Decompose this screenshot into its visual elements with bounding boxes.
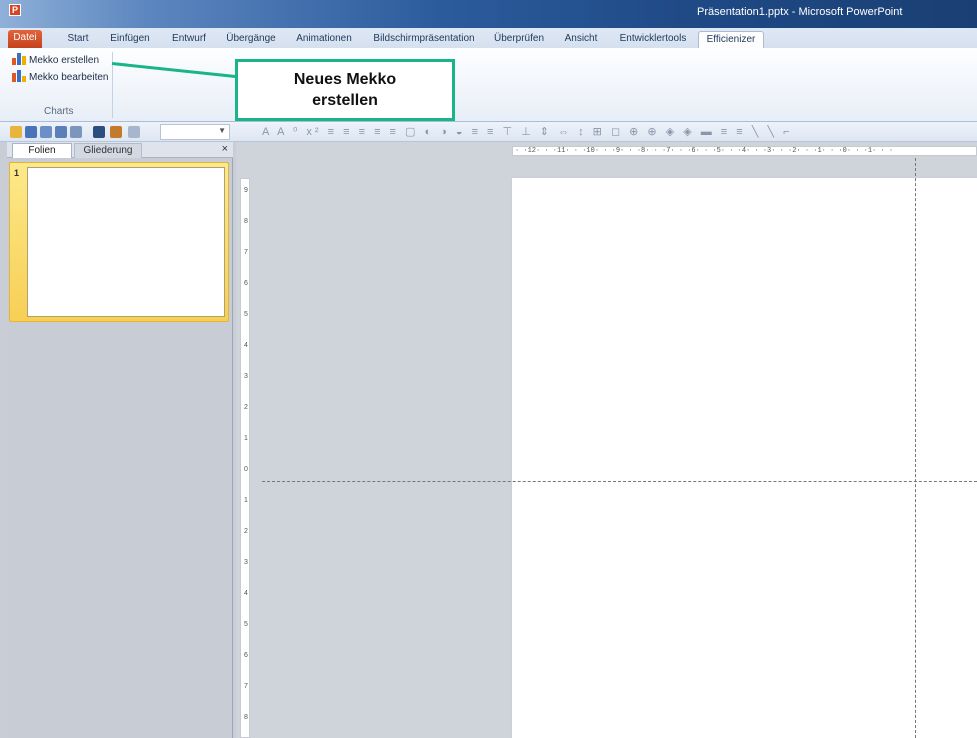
quick-access-toolbar: ▼ A A ⁰ x² ≡ ≡ ≡ ≡ ≡ ▢ ◐ ◑ ◒ ≡ ≡ ⊤ ⊥ ⇕ ⇔… [0, 122, 977, 142]
slides-panel: Folien Gliederung × 1 [7, 142, 233, 738]
slide-edit-area: · ·12· · ·11· · ·10· · ·9· · ·8· · ·7· ·… [236, 142, 977, 738]
vertical-ruler[interactable]: 9 8 7 6 5 4 3 2 1 0 1 2 3 4 5 6 7 8 [240, 178, 250, 738]
slide-canvas[interactable] [512, 178, 977, 738]
vertical-ruler-number: 2 [244, 404, 248, 411]
callout-line-2: erstellen [312, 92, 378, 109]
tab-folien[interactable]: Folien [12, 143, 72, 158]
vertical-ruler-number: 0 [244, 466, 248, 473]
tab-ansicht[interactable]: Ansicht [556, 31, 606, 48]
save-icon[interactable] [25, 126, 37, 138]
panel-tabs: Folien Gliederung × [7, 142, 233, 158]
mekko-chart-icon [12, 53, 27, 65]
formatting-toolbar-icons[interactable]: A A ⁰ x² ≡ ≡ ≡ ≡ ≡ ▢ ◐ ◑ ◒ ≡ ≡ ⊤ ⊥ ⇕ ⇔ ↕… [262, 125, 977, 139]
ribbon-panel: Mekko erstellen Mekko bearbeiten Charts [0, 48, 977, 122]
callout-box: Neues Mekko erstellen [235, 59, 455, 121]
vertical-ruler-number: 7 [244, 249, 248, 256]
tab-entwicklertools[interactable]: Entwicklertools [612, 31, 694, 48]
vertical-ruler-number: 3 [244, 559, 248, 566]
tab-gliederung[interactable]: Gliederung [74, 143, 142, 158]
callout-line-1: Neues Mekko [293, 71, 397, 88]
slide-number: 1 [14, 168, 20, 178]
vertical-ruler-number: 2 [244, 528, 248, 535]
undo-icon[interactable] [128, 126, 140, 138]
format-painter-icon[interactable] [110, 126, 122, 138]
open-folder-icon[interactable] [10, 126, 22, 138]
title-bar: P Präsentation1.pptx - Microsoft PowerPo… [0, 0, 977, 28]
mekko-bearbeiten-label: Mekko bearbeiten [29, 72, 109, 83]
chevron-down-icon: ▼ [218, 126, 226, 135]
slide-thumbnail[interactable] [27, 167, 225, 317]
vertical-ruler-number: 1 [244, 497, 248, 504]
tab-uebergaenge[interactable]: Übergänge [220, 31, 282, 48]
vertical-ruler-number: 1 [244, 435, 248, 442]
tab-datei[interactable]: Datei [8, 30, 42, 48]
vertical-ruler-number: 7 [244, 683, 248, 690]
vertical-ruler-number: 4 [244, 342, 248, 349]
mekko-edit-icon [12, 70, 27, 82]
slide-thumbnail-selected[interactable]: 1 [9, 162, 229, 322]
tab-entwurf[interactable]: Entwurf [164, 31, 214, 48]
close-icon[interactable]: × [222, 143, 228, 155]
vertical-ruler-number: 5 [244, 621, 248, 628]
tab-einfuegen[interactable]: Einfügen [104, 31, 156, 48]
vertical-ruler-number: 8 [244, 714, 248, 721]
font-combo[interactable]: ▼ [160, 124, 230, 140]
ribbon-tabs: Datei Start Einfügen Entwurf Übergänge A… [0, 28, 977, 48]
tab-efficienizer[interactable]: Efficienizer [698, 31, 764, 48]
vertical-ruler-number: 6 [244, 652, 248, 659]
layout-icon[interactable] [70, 126, 82, 138]
new-slide-icon[interactable] [55, 126, 67, 138]
mekko-bearbeiten-button[interactable]: Mekko bearbeiten [12, 70, 109, 84]
mekko-erstellen-button[interactable]: Mekko erstellen [12, 53, 99, 67]
mekko-erstellen-label: Mekko erstellen [29, 55, 100, 66]
tab-start[interactable]: Start [58, 31, 98, 48]
vertical-ruler-number: 6 [244, 280, 248, 287]
tab-animationen[interactable]: Animationen [288, 31, 360, 48]
vertical-ruler-number: 8 [244, 218, 248, 225]
window-title: Präsentation1.pptx - Microsoft PowerPoin… [697, 6, 903, 18]
line-weight-icon[interactable] [93, 126, 105, 138]
powerpoint-app-icon[interactable]: P [9, 4, 21, 16]
tab-ueberpruefen[interactable]: Überprüfen [488, 31, 550, 48]
vertical-ruler-number: 9 [244, 187, 248, 194]
vertical-guide[interactable] [915, 158, 916, 738]
vertical-ruler-number: 5 [244, 311, 248, 318]
tab-bildschirmpraesentation[interactable]: Bildschirmpräsentation [366, 31, 482, 48]
vertical-ruler-number: 3 [244, 373, 248, 380]
horizontal-guide[interactable] [262, 481, 977, 482]
vertical-ruler-number: 4 [244, 590, 248, 597]
horizontal-ruler[interactable]: · ·12· · ·11· · ·10· · ·9· · ·8· · ·7· ·… [512, 146, 977, 156]
print-preview-icon[interactable] [40, 126, 52, 138]
group-label-charts: Charts [44, 106, 74, 117]
